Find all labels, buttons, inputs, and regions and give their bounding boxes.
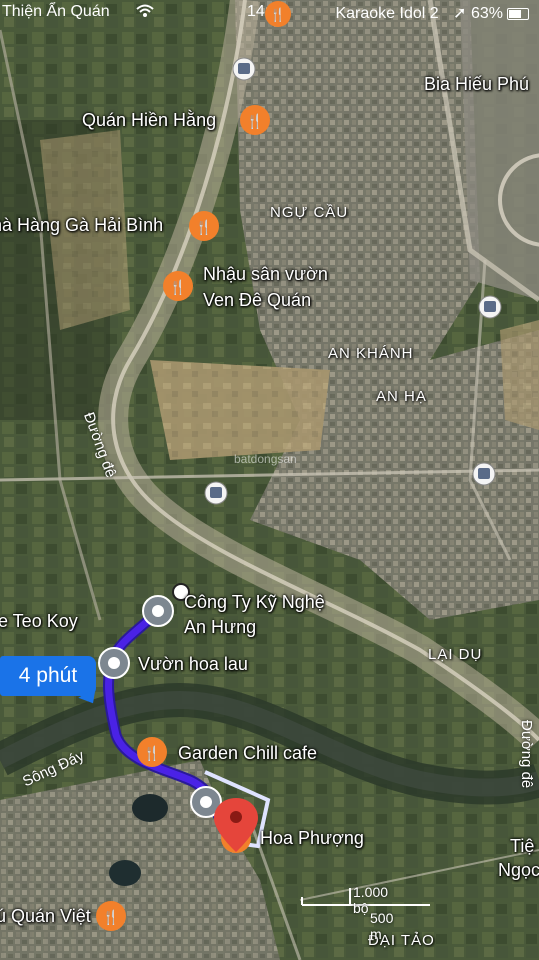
- place-marker-icon[interactable]: [98, 647, 130, 679]
- area-label: NGỰ CẦU: [270, 204, 349, 221]
- place-label[interactable]: ú Quán Việt: [0, 906, 91, 927]
- area-label: AN HẠ: [376, 388, 427, 405]
- restaurant-icon[interactable]: 🍴: [189, 211, 219, 241]
- svg-text:🍴: 🍴: [246, 113, 263, 130]
- watermark: batdongsan: [234, 452, 297, 466]
- restaurant-icon[interactable]: 🍴: [163, 271, 193, 301]
- restaurant-icon[interactable]: 🍴: [240, 105, 270, 135]
- place-label[interactable]: hà Hàng Gà Hải Bình: [0, 215, 163, 236]
- restaurant-icon[interactable]: 🍴: [137, 737, 167, 767]
- destination-pin-icon[interactable]: [214, 798, 258, 852]
- bus-stop-icon[interactable]: [232, 57, 256, 81]
- road-label: Đường đê: [518, 720, 535, 789]
- place-label[interactable]: Nhậu sân vườn: [203, 264, 328, 285]
- poi-layer: 🍴 🍴 🍴 🍴 🍴 🍴 🍴: [96, 1, 502, 931]
- place-label[interactable]: Hoa Phượng: [260, 828, 364, 849]
- place-label[interactable]: Ven Đê Quán: [203, 290, 311, 311]
- restaurant-icon[interactable]: 🍴: [265, 1, 291, 27]
- svg-text:🍴: 🍴: [102, 909, 119, 926]
- place-label[interactable]: Bia Hiếu Phú: [424, 74, 529, 95]
- place-label[interactable]: Ngọc: [498, 860, 539, 881]
- place-label[interactable]: Quán Hiền Hằng: [82, 110, 216, 131]
- svg-text:🍴: 🍴: [195, 219, 212, 236]
- bus-stop-icon[interactable]: [204, 481, 228, 505]
- place-label[interactable]: e Teo Koy: [0, 611, 78, 632]
- area-label: LẠI DỤ: [428, 646, 483, 663]
- svg-text:🍴: 🍴: [143, 745, 160, 762]
- place-label[interactable]: Công Ty Kỹ Nghệ: [184, 592, 325, 613]
- place-marker-icon[interactable]: [142, 595, 174, 627]
- place-label[interactable]: An Hưng: [184, 617, 256, 638]
- svg-text:🍴: 🍴: [169, 279, 186, 296]
- eta-badge[interactable]: 4 phút: [0, 656, 96, 696]
- place-label[interactable]: Tiệ: [510, 836, 534, 857]
- bus-stop-icon[interactable]: [478, 295, 502, 319]
- scale-bottom-label: 500 m: [370, 910, 394, 942]
- place-label[interactable]: Garden Chill cafe: [178, 743, 317, 764]
- area-label: AN KHÁNH: [328, 345, 414, 362]
- bus-stop-icon[interactable]: [472, 462, 496, 486]
- restaurant-icon[interactable]: 🍴: [96, 901, 126, 931]
- place-label[interactable]: Vườn hoa lau: [138, 654, 248, 675]
- svg-text:🍴: 🍴: [270, 7, 286, 23]
